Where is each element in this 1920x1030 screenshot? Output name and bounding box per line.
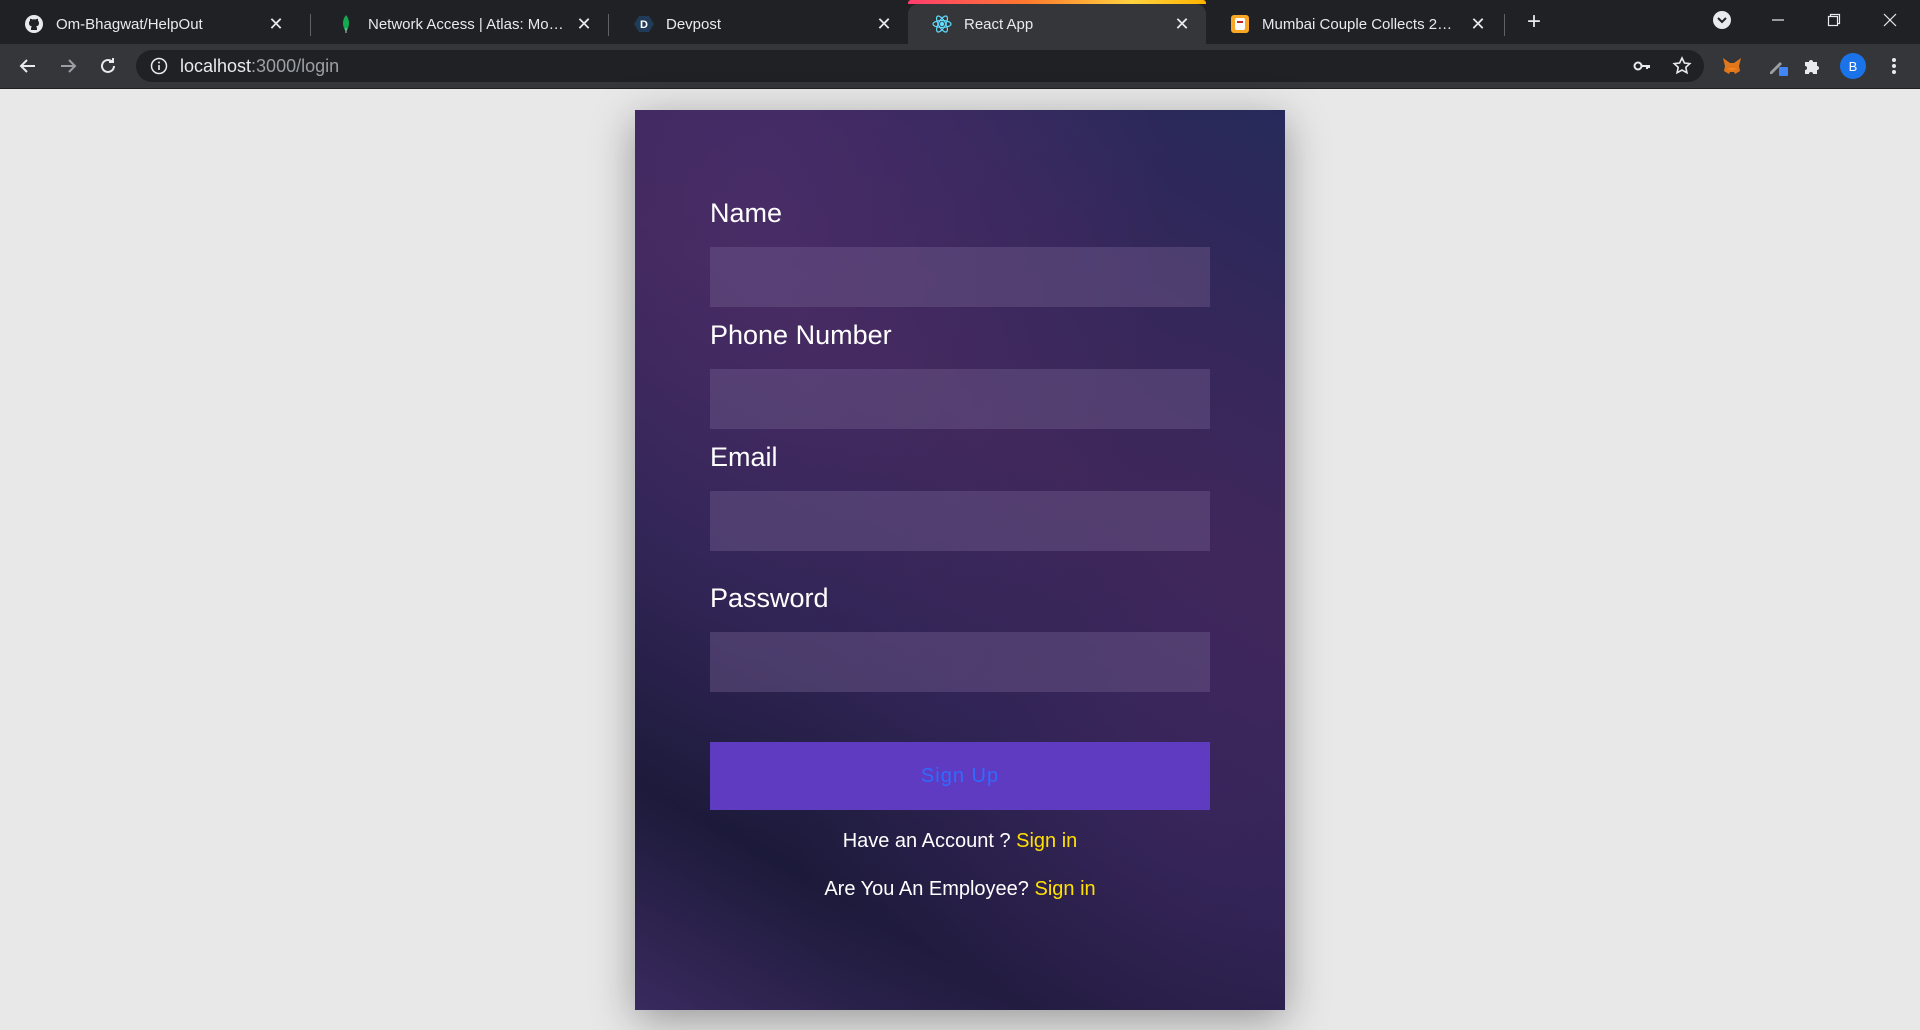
tab-github[interactable]: Om-Bhagwat/HelpOut ✕ (0, 4, 300, 44)
tab-separator (608, 14, 609, 36)
window-close-button[interactable] (1862, 0, 1918, 40)
name-input[interactable] (710, 247, 1210, 307)
pen-icon (1770, 62, 1788, 76)
profile-avatar[interactable]: B (1840, 53, 1866, 79)
tab-devpost[interactable]: D Devpost ✕ (610, 4, 908, 44)
tab-search-button[interactable] (1694, 0, 1750, 40)
news-icon (1230, 14, 1250, 34)
chevron-down-icon (1713, 11, 1731, 29)
tab-title: Devpost (666, 15, 722, 33)
restore-icon (1827, 13, 1841, 27)
new-tab-button[interactable]: + (1520, 8, 1548, 36)
password-key-button[interactable] (1628, 52, 1656, 80)
close-icon[interactable]: ✕ (1468, 14, 1488, 34)
react-icon (932, 14, 952, 34)
url-path: :3000/login (251, 55, 340, 76)
devpost-icon: D (634, 14, 654, 34)
sign-in-link[interactable]: Sign in (1016, 830, 1077, 852)
tab-title: Network Access | Atlas: MongoDB (368, 15, 566, 33)
sign-up-button[interactable]: Sign Up (710, 742, 1210, 810)
fox-icon (1723, 58, 1741, 74)
metamask-extension-button[interactable] (1718, 52, 1746, 80)
employee-line: Are You An Employee? Sign in (710, 878, 1210, 901)
pen-extension-button[interactable] (1764, 52, 1792, 80)
forward-button[interactable] (54, 52, 82, 80)
active-tab-accent (908, 0, 1206, 4)
close-icon[interactable]: ✕ (1172, 14, 1192, 34)
have-account-text: Have an Account ? (842, 830, 1011, 852)
tab-separator (310, 14, 311, 36)
url-host: localhost (180, 55, 252, 76)
email-label: Email (710, 442, 778, 472)
svg-text:D: D (640, 19, 648, 31)
close-icon[interactable]: ✕ (574, 14, 594, 34)
puzzle-icon (1805, 60, 1819, 74)
name-label: Name (710, 198, 783, 228)
password-label: Password (710, 583, 829, 613)
mongodb-leaf-icon (336, 14, 356, 34)
more-vert-icon (1892, 58, 1896, 74)
tab-strip: Om-Bhagwat/HelpOut ✕ Network Access | At… (0, 0, 1920, 44)
phone-label: Phone Number (710, 320, 892, 350)
employee-text: Are You An Employee? (824, 878, 1029, 900)
browser-toolbar: localhost:3000/login (0, 44, 1920, 88)
back-button[interactable] (14, 52, 42, 80)
employee-sign-in-link[interactable]: Sign in (1035, 878, 1096, 900)
reload-icon (101, 58, 115, 73)
close-icon[interactable]: ✕ (266, 14, 286, 34)
have-account-line: Have an Account ? Sign in (710, 830, 1210, 853)
phone-input[interactable] (710, 369, 1210, 429)
extensions-button[interactable] (1798, 52, 1826, 80)
github-icon (24, 14, 44, 34)
arrow-left-icon (19, 59, 35, 73)
email-input[interactable] (710, 491, 1210, 551)
minimize-icon (1772, 19, 1784, 21)
tab-title: Om-Bhagwat/HelpOut (56, 15, 203, 33)
tab-title: React App (964, 15, 1034, 33)
info-icon (150, 57, 168, 75)
star-icon (1672, 56, 1692, 75)
password-input[interactable] (710, 632, 1210, 692)
tab-react-app[interactable]: React App ✕ (908, 0, 1206, 44)
close-icon (1883, 13, 1897, 27)
menu-button[interactable] (1880, 52, 1908, 80)
tab-mongodb[interactable]: Network Access | Atlas: MongoDB ✕ (312, 4, 608, 44)
toolbar-divider (0, 88, 1920, 89)
arrow-right-icon (61, 59, 77, 73)
bookmark-button[interactable] (1668, 52, 1696, 80)
signup-card: Name Phone Number Email Password Sign Up… (635, 110, 1285, 1010)
tab-separator (1504, 14, 1505, 36)
tab-news[interactable]: Mumbai Couple Collects 20 Kg Of ✕ (1206, 4, 1502, 44)
tab-title: Mumbai Couple Collects 20 Kg Of (1262, 15, 1460, 33)
minimize-button[interactable] (1750, 0, 1806, 40)
address-bar[interactable]: localhost:3000/login (136, 50, 1704, 82)
close-icon[interactable]: ✕ (874, 14, 894, 34)
restore-button[interactable] (1806, 0, 1862, 40)
key-icon (1633, 61, 1650, 71)
reload-button[interactable] (94, 52, 122, 80)
